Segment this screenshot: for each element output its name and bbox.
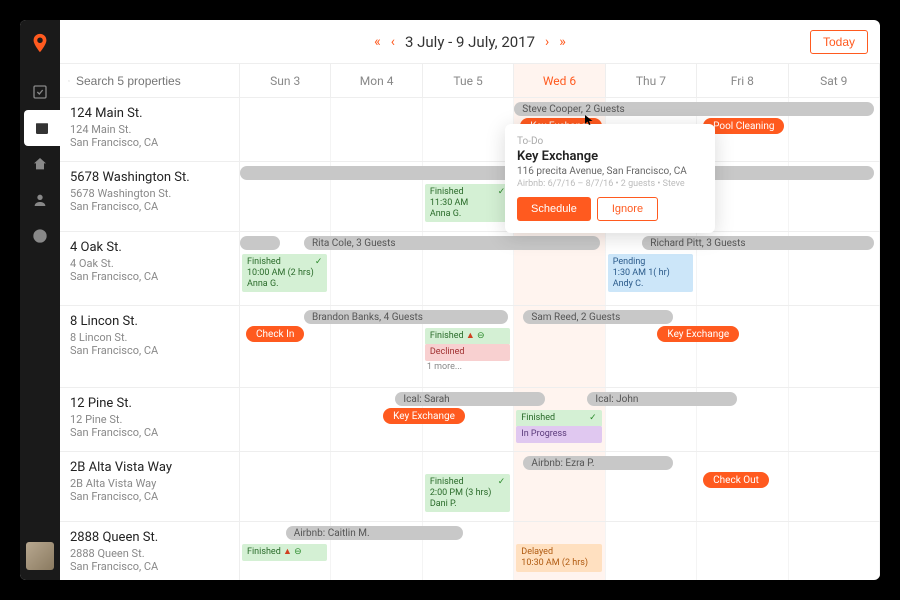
cursor-icon [583, 114, 595, 126]
task-card[interactable]: Finished ▲ ⊖ [242, 544, 327, 561]
calendar-grid: Sun 3Mon 4Tue 5Wed 6Thu 7Fri 8Sat 9 124 … [60, 64, 880, 580]
popover-address: 116 precita Avenue, San Francisco, CA [517, 166, 703, 177]
popover-meta: Airbnb: 6/7/16 – 8/7/16 • 2 guests • Ste… [517, 179, 703, 189]
date-range: 3 July - 9 July, 2017 [405, 33, 535, 51]
more-link[interactable]: 1 more... [427, 362, 462, 372]
property-row: 124 Main St.124 Main St.San Francisco, C… [60, 98, 880, 162]
property-cell[interactable]: 2B Alta Vista Way2B Alta Vista WaySan Fr… [60, 452, 240, 521]
day-header[interactable]: Mon 4 [331, 64, 422, 97]
task-card[interactable]: Pending1:30 AM 1( hr)Andy C. [608, 254, 693, 292]
booking-bar[interactable]: Rita Cole, 3 Guests [304, 236, 600, 250]
booking-bar[interactable]: Steve Cooper, 2 Guests [514, 102, 874, 116]
schedule-button[interactable]: Schedule [517, 197, 591, 221]
property-row: 2B Alta Vista Way2B Alta Vista WaySan Fr… [60, 452, 880, 522]
booking-bar[interactable]: Airbnb: Caitlin M. [286, 526, 463, 540]
action-pill[interactable]: Key Exchange [383, 408, 465, 424]
nav-checklist-icon[interactable] [20, 74, 60, 110]
property-cell[interactable]: 5678 Washington St.5678 Washington St.Sa… [60, 162, 240, 231]
property-row: 2888 Queen St.2888 Queen St.San Francisc… [60, 522, 880, 580]
task-card[interactable]: Finished ✓10:00 AM (2 hrs)Anna G. [242, 254, 327, 292]
action-pill[interactable]: Pool Cleaning [703, 118, 784, 134]
row-slots: Rita Cole, 3 Guests Richard Pitt, 3 Guest… [240, 232, 880, 305]
first-arrow-icon[interactable]: « [374, 34, 381, 50]
day-header[interactable]: Wed 6 [514, 64, 605, 97]
sidebar [20, 20, 60, 580]
row-slots: Ical: Sarah Ical: John Key Exchange Finishe… [240, 388, 880, 451]
task-card[interactable]: In Progress [516, 426, 601, 443]
property-row: 4 Oak St.4 Oak St.San Francisco, CARita … [60, 232, 880, 306]
nav-reports-icon[interactable] [20, 218, 60, 254]
property-cell[interactable]: 8 Lincon St.8 Lincon St.San Francisco, C… [60, 306, 240, 387]
task-card[interactable]: Finished ▲ ⊖ [425, 328, 510, 345]
booking-bar[interactable]: Sam Reed, 2 Guests [523, 310, 672, 324]
nav-home-icon[interactable] [20, 146, 60, 182]
booking-bar[interactable] [240, 166, 536, 180]
action-pill[interactable]: Key Exchange [657, 326, 739, 342]
search-wrapper [68, 74, 231, 88]
booking-bar[interactable]: Ical: John [587, 392, 736, 406]
app-logo-icon [29, 32, 51, 54]
property-row: 12 Pine St.12 Pine St.San Francisco, CAI… [60, 388, 880, 452]
task-card[interactable]: Finished ✓11:30 AMAnna G. [425, 184, 510, 222]
property-cell[interactable]: 4 Oak St.4 Oak St.San Francisco, CA [60, 232, 240, 305]
ignore-button[interactable]: Ignore [597, 197, 658, 221]
row-slots: Airbnb: Ezra P. Check Out Finished ✓2:00 P… [240, 452, 880, 521]
row-slots: Brandon Banks, 4 Guests Sam Reed, 2 Guest… [240, 306, 880, 387]
day-header[interactable]: Sat 9 [789, 64, 880, 97]
property-row: 5678 Washington St.5678 Washington St.Sa… [60, 162, 880, 232]
day-header[interactable]: Thu 7 [606, 64, 697, 97]
booking-bar[interactable] [240, 236, 280, 250]
row-slots: Airbnb: Caitlin M. Finished ▲ ⊖ Delayed10:… [240, 522, 880, 580]
booking-bar[interactable]: Brandon Banks, 4 Guests [304, 310, 508, 324]
next-arrow-icon[interactable]: › [545, 34, 549, 50]
task-popover: To-Do Key Exchange 116 precita Avenue, S… [505, 124, 715, 233]
last-arrow-icon[interactable]: » [559, 34, 566, 50]
day-header[interactable]: Sun 3 [240, 64, 331, 97]
property-cell[interactable]: 12 Pine St.12 Pine St.San Francisco, CA [60, 388, 240, 451]
date-header: « ‹ 3 July - 9 July, 2017 › » Today [60, 20, 880, 64]
action-pill[interactable]: Check In [246, 326, 304, 342]
property-cell[interactable]: 2888 Queen St.2888 Queen St.San Francisc… [60, 522, 240, 580]
nav-calendar-icon[interactable] [24, 110, 60, 146]
task-card[interactable]: Delayed10:30 AM (2 hrs) [516, 544, 601, 572]
property-cell[interactable]: 124 Main St.124 Main St.San Francisco, C… [60, 98, 240, 161]
main: « ‹ 3 July - 9 July, 2017 › » Today Sun … [60, 20, 880, 580]
task-card[interactable]: Declined [425, 344, 510, 361]
popover-label: To-Do [517, 136, 703, 147]
booking-bar[interactable]: Airbnb: Ezra P. [523, 456, 672, 470]
action-pill[interactable]: Check Out [703, 472, 769, 488]
search-icon [68, 75, 70, 87]
task-card[interactable]: Finished ✓ [516, 410, 601, 427]
booking-bar[interactable]: Ical: Sarah [395, 392, 544, 406]
booking-bar[interactable]: Richard Pitt, 3 Guests [642, 236, 874, 250]
prev-arrow-icon[interactable]: ‹ [391, 34, 395, 50]
popover-title: Key Exchange [517, 149, 703, 164]
property-row: 8 Lincon St.8 Lincon St.San Francisco, C… [60, 306, 880, 388]
day-header[interactable]: Tue 5 [423, 64, 514, 97]
day-header[interactable]: Fri 8 [697, 64, 788, 97]
today-button[interactable]: Today [810, 30, 868, 54]
task-card[interactable]: Finished ✓2:00 PM (3 hrs)Dani P. [425, 474, 510, 512]
nav-person-icon[interactable] [20, 182, 60, 218]
search-input[interactable] [76, 74, 231, 88]
user-avatar[interactable] [26, 542, 54, 570]
